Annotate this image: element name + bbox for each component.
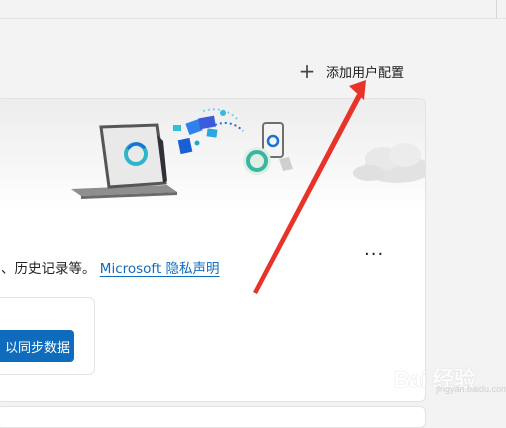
more-options-icon[interactable]: ... [364, 239, 384, 260]
profile-sync-card: 、历史记录等。 Microsoft 隐私声明 ... 以同步数据 [0, 98, 426, 402]
cloud-illustration [353, 143, 425, 183]
add-profile-label: 添加用户配置 [326, 65, 405, 81]
sync-data-button[interactable]: 以同步数据 [0, 330, 74, 362]
laptop-illustration [71, 123, 177, 199]
add-profile-button[interactable]: + 添加用户配置 [298, 60, 404, 82]
top-bar [0, 0, 506, 19]
plus-icon: + [298, 59, 316, 83]
privacy-statement-link[interactable]: Microsoft 隐私声明 [100, 261, 220, 277]
watermark: Bai 经验 jingyan.baidu.com [388, 360, 506, 396]
scrollbar-divider [496, 0, 497, 18]
next-card [0, 406, 426, 428]
card-banner [0, 99, 425, 211]
floating-tiles [173, 108, 244, 155]
banner-illustration [71, 108, 425, 199]
phone-illustration [243, 122, 293, 175]
sync-description-text: 、历史记录等。 [1, 261, 96, 277]
sync-description: 、历史记录等。 Microsoft 隐私声明 [1, 257, 220, 277]
watermark-url: jingyan.baidu.com [436, 384, 506, 394]
sync-sub-card: 以同步数据 [0, 297, 95, 375]
